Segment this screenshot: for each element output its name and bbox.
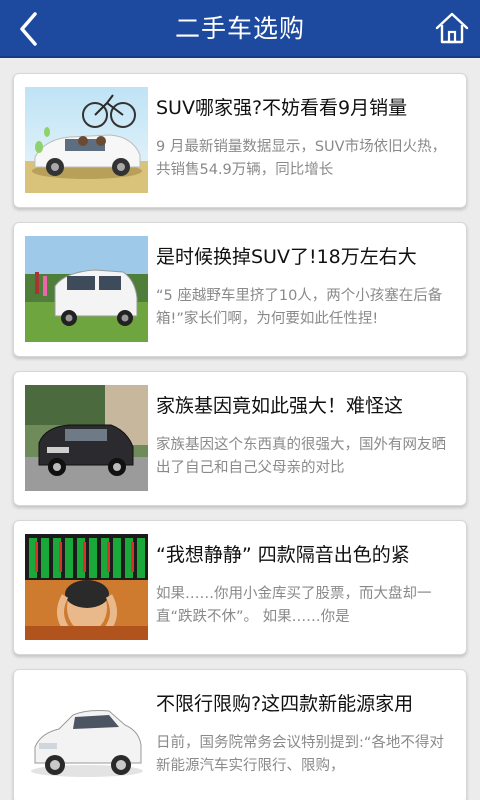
- article-summary: 9 月最新销量数据显示，SUV市场依旧火热，共销售54.9万辆，同比增长: [156, 139, 447, 178]
- article-thumbnail: [25, 683, 148, 789]
- article-card[interactable]: 不限行限购?这四款新能源家用 日前，国务院常务会议特别提到:“各地不得对新能源汽…: [13, 669, 467, 800]
- article-summary: “5 座越野车里挤了10人，两个小孩塞在后备箱!”家长们啊，为何要如此任性捏!: [156, 288, 443, 327]
- article-card[interactable]: 是时候换掉SUV了!18万左右大 “5 座越野车里挤了10人，两个小孩塞在后备箱…: [13, 222, 467, 357]
- article-thumbnail: [25, 236, 148, 342]
- article-title: 家族基因竟如此强大！难怪这: [156, 395, 404, 417]
- article-thumbnail: [25, 87, 148, 193]
- app-header: 二手车选购: [0, 0, 480, 58]
- page-title: 二手车选购: [174, 14, 305, 43]
- article-summary: 日前，国务院常务会议特别提到:“各地不得对新能源汽车实行限行、限购，: [156, 735, 444, 774]
- article-card[interactable]: SUV哪家强?不妨看看9月销量 9 月最新销量数据显示，SUV市场依旧火热，共销…: [13, 73, 467, 208]
- home-button[interactable]: [434, 10, 470, 46]
- article-card[interactable]: 家族基因竟如此强大！难怪这 家族基因这个东西真的很强大，国外有网友晒出了自己和自…: [13, 371, 467, 506]
- article-card[interactable]: “我想静静” 四款隔音出色的紧 如果……你用小金库买了股票，而大盘却一直“跌跌不…: [13, 520, 467, 655]
- article-summary: 如果……你用小金库买了股票，而大盘却一直“跌跌不休”。 如果……你是: [156, 586, 432, 625]
- article-summary: 家族基因这个东西真的很强大，国外有网友晒出了自己和自己父母亲的对比: [156, 437, 446, 476]
- article-thumbnail: [25, 385, 148, 491]
- home-icon: [435, 12, 469, 44]
- article-thumbnail: [25, 534, 148, 640]
- article-title: “我想静静” 四款隔音出色的紧: [156, 544, 410, 566]
- article-title: SUV哪家强?不妨看看9月销量: [156, 97, 408, 119]
- article-title: 是时候换掉SUV了!18万左右大: [156, 246, 417, 268]
- article-title: 不限行限购?这四款新能源家用: [156, 693, 414, 715]
